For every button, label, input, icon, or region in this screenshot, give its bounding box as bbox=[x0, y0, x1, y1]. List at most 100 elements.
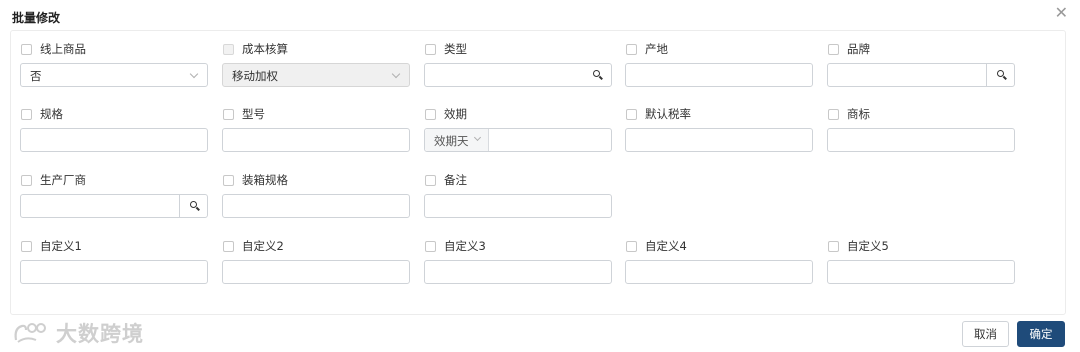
checkbox-manufacturer[interactable] bbox=[21, 174, 32, 186]
form-panel: 线上商品否 成本核算移动加权 类型 产地 品牌规格 型号 效期效期天 默认税率 商标生产厂商 装箱… bbox=[10, 30, 1066, 315]
field-label: 效期 bbox=[444, 107, 467, 121]
checkbox-trademark[interactable] bbox=[828, 108, 839, 120]
custom5-input[interactable] bbox=[827, 260, 1015, 284]
field-online: 线上商品否 bbox=[20, 41, 208, 87]
checkbox-shelf_life[interactable] bbox=[425, 108, 436, 120]
field-label: 商标 bbox=[847, 107, 870, 121]
online-select[interactable]: 否 bbox=[20, 63, 208, 87]
field-custom5: 自定义5 bbox=[827, 238, 1015, 284]
watermark-text: 大数跨境 bbox=[56, 322, 144, 346]
checkbox-brand[interactable] bbox=[828, 43, 839, 55]
field-header: 类型 bbox=[424, 41, 612, 57]
field-label: 生产厂商 bbox=[40, 173, 86, 187]
field-header: 规格 bbox=[20, 106, 208, 122]
search-icon bbox=[593, 70, 600, 77]
close-icon[interactable]: ✕ bbox=[1055, 5, 1068, 21]
field-label: 产地 bbox=[645, 42, 668, 56]
manufacturer-search-input[interactable] bbox=[20, 194, 208, 218]
checkbox-cost bbox=[223, 43, 234, 55]
field-label: 自定义5 bbox=[847, 239, 889, 253]
custom1-input[interactable] bbox=[20, 260, 208, 284]
field-label: 自定义3 bbox=[444, 239, 486, 253]
field-header: 自定义4 bbox=[625, 238, 813, 254]
field-header: 生产厂商 bbox=[20, 172, 208, 188]
field-label: 规格 bbox=[40, 107, 63, 121]
search-button[interactable] bbox=[986, 64, 1014, 86]
field-header: 品牌 bbox=[827, 41, 1015, 57]
remark-input[interactable] bbox=[424, 194, 612, 218]
chevron-down-icon bbox=[391, 69, 401, 79]
cancel-button[interactable]: 取消 bbox=[962, 321, 1009, 347]
field-custom3: 自定义3 bbox=[424, 238, 612, 284]
field-header: 自定义2 bbox=[222, 238, 410, 254]
field-brand: 品牌 bbox=[827, 41, 1015, 87]
field-header: 自定义5 bbox=[827, 238, 1015, 254]
field-header: 效期 bbox=[424, 106, 612, 122]
trademark-input[interactable] bbox=[827, 128, 1015, 152]
spec-input[interactable] bbox=[20, 128, 208, 152]
search-icon bbox=[190, 201, 197, 208]
checkbox-custom2[interactable] bbox=[223, 240, 234, 252]
watermark-logo-icon bbox=[12, 320, 54, 346]
tax-input[interactable] bbox=[625, 128, 813, 152]
shelf_life-input[interactable]: 效期天 bbox=[424, 128, 612, 152]
checkbox-spec[interactable] bbox=[21, 108, 32, 120]
field-header: 型号 bbox=[222, 106, 410, 122]
custom4-input[interactable] bbox=[625, 260, 813, 284]
field-header: 线上商品 bbox=[20, 41, 208, 57]
watermark: 大数跨境 bbox=[12, 318, 144, 348]
field-label: 自定义2 bbox=[242, 239, 284, 253]
chevron-down-icon bbox=[473, 133, 482, 142]
field-remark: 备注 bbox=[424, 172, 612, 218]
checkbox-custom4[interactable] bbox=[626, 240, 637, 252]
field-tax: 默认税率 bbox=[625, 106, 813, 152]
search-button[interactable] bbox=[179, 195, 207, 217]
brand-search-input[interactable] bbox=[827, 63, 1015, 87]
field-header: 成本核算 bbox=[222, 41, 410, 57]
select-value: 移动加权 bbox=[232, 69, 278, 83]
checkbox-category[interactable] bbox=[425, 43, 436, 55]
field-model: 型号 bbox=[222, 106, 410, 152]
checkbox-remark[interactable] bbox=[425, 174, 436, 186]
confirm-button[interactable]: 确定 bbox=[1017, 321, 1065, 347]
checkbox-custom3[interactable] bbox=[425, 240, 436, 252]
field-label: 线上商品 bbox=[40, 42, 86, 56]
field-category: 类型 bbox=[424, 41, 612, 87]
checkbox-online[interactable] bbox=[21, 43, 32, 55]
checkbox-model[interactable] bbox=[223, 108, 234, 120]
field-header: 默认税率 bbox=[625, 106, 813, 122]
field-manufacturer: 生产厂商 bbox=[20, 172, 208, 218]
checkbox-packing[interactable] bbox=[223, 174, 234, 186]
field-label: 类型 bbox=[444, 42, 467, 56]
origin-input[interactable] bbox=[625, 63, 813, 87]
field-label: 默认税率 bbox=[645, 107, 691, 121]
model-input[interactable] bbox=[222, 128, 410, 152]
checkbox-custom1[interactable] bbox=[21, 240, 32, 252]
field-label: 装箱规格 bbox=[242, 173, 288, 187]
search-button[interactable] bbox=[583, 64, 611, 86]
field-label: 品牌 bbox=[847, 42, 870, 56]
field-header: 装箱规格 bbox=[222, 172, 410, 188]
field-header: 自定义3 bbox=[424, 238, 612, 254]
packing-input[interactable] bbox=[222, 194, 410, 218]
checkbox-custom5[interactable] bbox=[828, 240, 839, 252]
field-custom4: 自定义4 bbox=[625, 238, 813, 284]
category-search-input[interactable] bbox=[424, 63, 612, 87]
checkbox-tax[interactable] bbox=[626, 108, 637, 120]
search-icon bbox=[997, 70, 1004, 77]
field-header: 自定义1 bbox=[20, 238, 208, 254]
chevron-down-icon bbox=[189, 69, 199, 79]
field-shelf_life: 效期 效期天 bbox=[424, 106, 612, 152]
checkbox-origin[interactable] bbox=[626, 43, 637, 55]
field-custom2: 自定义2 bbox=[222, 238, 410, 284]
field-label: 自定义4 bbox=[645, 239, 687, 253]
unit-select[interactable]: 效期天 bbox=[425, 129, 489, 151]
field-label: 成本核算 bbox=[242, 42, 288, 56]
custom3-input[interactable] bbox=[424, 260, 612, 284]
field-label: 备注 bbox=[444, 173, 467, 187]
cost-select: 移动加权 bbox=[222, 63, 410, 87]
field-label: 型号 bbox=[242, 107, 265, 121]
field-header: 商标 bbox=[827, 106, 1015, 122]
select-value: 否 bbox=[30, 69, 42, 83]
custom2-input[interactable] bbox=[222, 260, 410, 284]
